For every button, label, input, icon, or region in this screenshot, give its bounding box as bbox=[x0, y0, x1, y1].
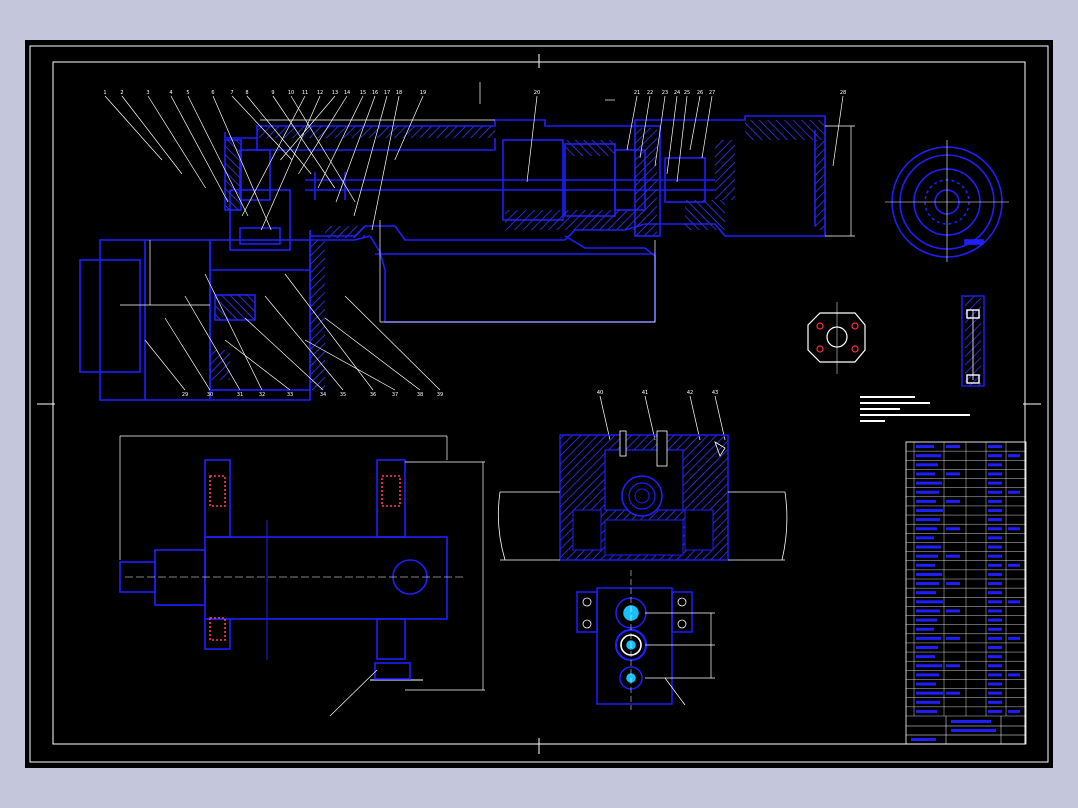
leader-callout: 29 bbox=[144, 339, 188, 398]
side-section bbox=[961, 295, 985, 387]
leader-callout: 11 bbox=[241, 90, 308, 217]
leader-number: 38 bbox=[417, 392, 423, 398]
main-section-hatching bbox=[210, 120, 825, 390]
leader-callout: 40 bbox=[597, 390, 611, 441]
leader-callout: 20 bbox=[526, 90, 540, 183]
main-section-view bbox=[79, 115, 826, 401]
leader-number: 28 bbox=[840, 90, 846, 96]
leader-number: 4 bbox=[169, 90, 172, 96]
leader-number: 19 bbox=[420, 90, 426, 96]
leader-number: 9 bbox=[271, 90, 274, 96]
leader-number: 42 bbox=[687, 390, 693, 396]
leader-number: 1 bbox=[103, 90, 106, 96]
plan-view bbox=[119, 459, 465, 681]
leader-callout: 27 bbox=[701, 90, 715, 159]
leader-callout: 43 bbox=[712, 390, 726, 441]
leader-callout: 17 bbox=[353, 90, 390, 217]
leader-callout: 18 bbox=[371, 90, 402, 231]
leader-number: 22 bbox=[647, 90, 653, 96]
leader-number: 29 bbox=[182, 392, 188, 398]
leader-number: 34 bbox=[320, 392, 326, 398]
gear-train-view bbox=[576, 570, 693, 710]
leader-number: 16 bbox=[372, 90, 378, 96]
leader-number: 40 bbox=[597, 390, 603, 396]
leader-callout: 2 bbox=[120, 90, 183, 175]
leader-number: 17 bbox=[384, 90, 390, 96]
leader-callout: 16 bbox=[335, 90, 378, 203]
leader-number: 13 bbox=[332, 90, 338, 96]
leader-number: 39 bbox=[437, 392, 443, 398]
leader-callout: 24 bbox=[666, 90, 680, 175]
end-view bbox=[885, 140, 1009, 262]
leader-number: 14 bbox=[344, 90, 350, 96]
leader-callout: 28 bbox=[832, 90, 846, 167]
leader-number: 11 bbox=[302, 90, 308, 96]
leader-number: 20 bbox=[534, 90, 540, 96]
leader-number: 12 bbox=[317, 90, 323, 96]
leader-number: 43 bbox=[712, 390, 718, 396]
technical-notes bbox=[860, 396, 970, 422]
gear-train-dimensions bbox=[645, 612, 715, 706]
leader-number: 26 bbox=[697, 90, 703, 96]
leader-number: 21 bbox=[634, 90, 640, 96]
leader-callout: 35 bbox=[264, 295, 346, 398]
leader-callout: 4 bbox=[169, 90, 229, 203]
leader-number: 6 bbox=[211, 90, 214, 96]
title-block bbox=[905, 441, 1027, 745]
leader-callout: 42 bbox=[687, 390, 701, 441]
leader-number: 37 bbox=[392, 392, 398, 398]
leader-callout: 30 bbox=[164, 317, 213, 398]
leader-callout: 36 bbox=[284, 273, 376, 398]
leader-number: 35 bbox=[340, 392, 346, 398]
leader-number: 32 bbox=[259, 392, 265, 398]
leader-number: 2 bbox=[120, 90, 123, 96]
leader-callout: 41 bbox=[642, 390, 656, 441]
leader-number: 23 bbox=[662, 90, 668, 96]
leader-number: 10 bbox=[288, 90, 294, 96]
cross-section-view bbox=[497, 430, 788, 561]
leader-callout: 25 bbox=[676, 90, 690, 183]
plan-view-dimensions bbox=[119, 435, 485, 717]
leader-callout: 1 bbox=[103, 90, 163, 161]
leader-number: 41 bbox=[642, 390, 648, 396]
cad-viewport[interactable]: 1 2 3 4 5 6 7 8 9 10 11 12 13 14 15 16 17 18 19 20 21 22 23 24 2… bbox=[25, 40, 1053, 768]
leader-number: 36 bbox=[370, 392, 376, 398]
leader-number: 15 bbox=[360, 90, 366, 96]
leader-number: 8 bbox=[245, 90, 248, 96]
cad-drawing-canvas: 1 2 3 4 5 6 7 8 9 10 11 12 13 14 15 16 17 18 19 20 21 22 23 24 2… bbox=[29, 45, 1049, 763]
leader-number: 33 bbox=[287, 392, 293, 398]
leader-number: 5 bbox=[186, 90, 189, 96]
leader-number: 30 bbox=[207, 392, 213, 398]
leader-number: 27 bbox=[709, 90, 715, 96]
flange-detail bbox=[807, 302, 866, 374]
leader-number: 25 bbox=[684, 90, 690, 96]
leader-number: 31 bbox=[237, 392, 243, 398]
leader-number: 24 bbox=[674, 90, 680, 96]
leader-number: 7 bbox=[230, 90, 233, 96]
leader-number: 3 bbox=[146, 90, 149, 96]
leader-callout: 39 bbox=[344, 295, 443, 398]
leader-number: 18 bbox=[396, 90, 402, 96]
